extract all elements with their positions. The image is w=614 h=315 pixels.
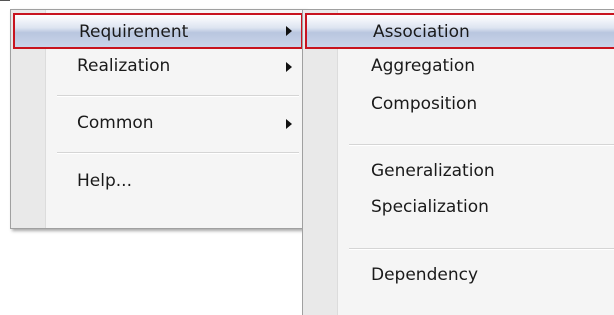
menu-separator xyxy=(57,95,299,97)
submenu-item-label: Association xyxy=(373,22,470,42)
menu-item-label: Requirement xyxy=(79,22,189,42)
submenu-item-label: Specialization xyxy=(371,197,489,217)
submenu-item-dependency[interactable]: Dependency xyxy=(305,258,614,294)
submenu-item-aggregation[interactable]: Aggregation xyxy=(305,49,614,85)
submenu-item-specialization[interactable]: Specialization xyxy=(305,190,614,226)
submenu-item-composition[interactable]: Composition xyxy=(305,87,614,123)
submenu-item-label: Generalization xyxy=(371,161,495,181)
menu-item-realization[interactable]: Realization xyxy=(13,49,303,85)
menu-separator xyxy=(57,152,299,154)
window-edge-line xyxy=(0,0,10,1)
menu-separator xyxy=(349,248,614,250)
submenu-item-label: Composition xyxy=(371,94,478,114)
context-menu-screenshot: Requirement Realization Common Help... A… xyxy=(0,0,614,315)
submenu-arrow-icon xyxy=(286,119,292,129)
menu-item-label: Common xyxy=(77,113,154,133)
submenu-arrow-icon xyxy=(286,62,292,72)
submenu-arrow-icon xyxy=(286,26,292,36)
submenu-item-label: Dependency xyxy=(371,265,479,285)
menu-item-requirement[interactable]: Requirement xyxy=(13,13,303,49)
menu-item-label: Help... xyxy=(77,171,132,191)
menu-item-help[interactable]: Help... xyxy=(13,164,303,200)
requirement-submenu: Association Aggregation Composition Gene… xyxy=(302,9,614,315)
menu-item-label: Realization xyxy=(77,56,171,76)
submenu-item-association[interactable]: Association xyxy=(305,13,614,49)
submenu-item-generalization[interactable]: Generalization xyxy=(305,154,614,190)
submenu-item-label: Aggregation xyxy=(371,56,476,76)
main-context-menu: Requirement Realization Common Help... xyxy=(10,9,306,229)
menu-item-common[interactable]: Common xyxy=(13,106,303,142)
menu-separator xyxy=(349,144,614,146)
